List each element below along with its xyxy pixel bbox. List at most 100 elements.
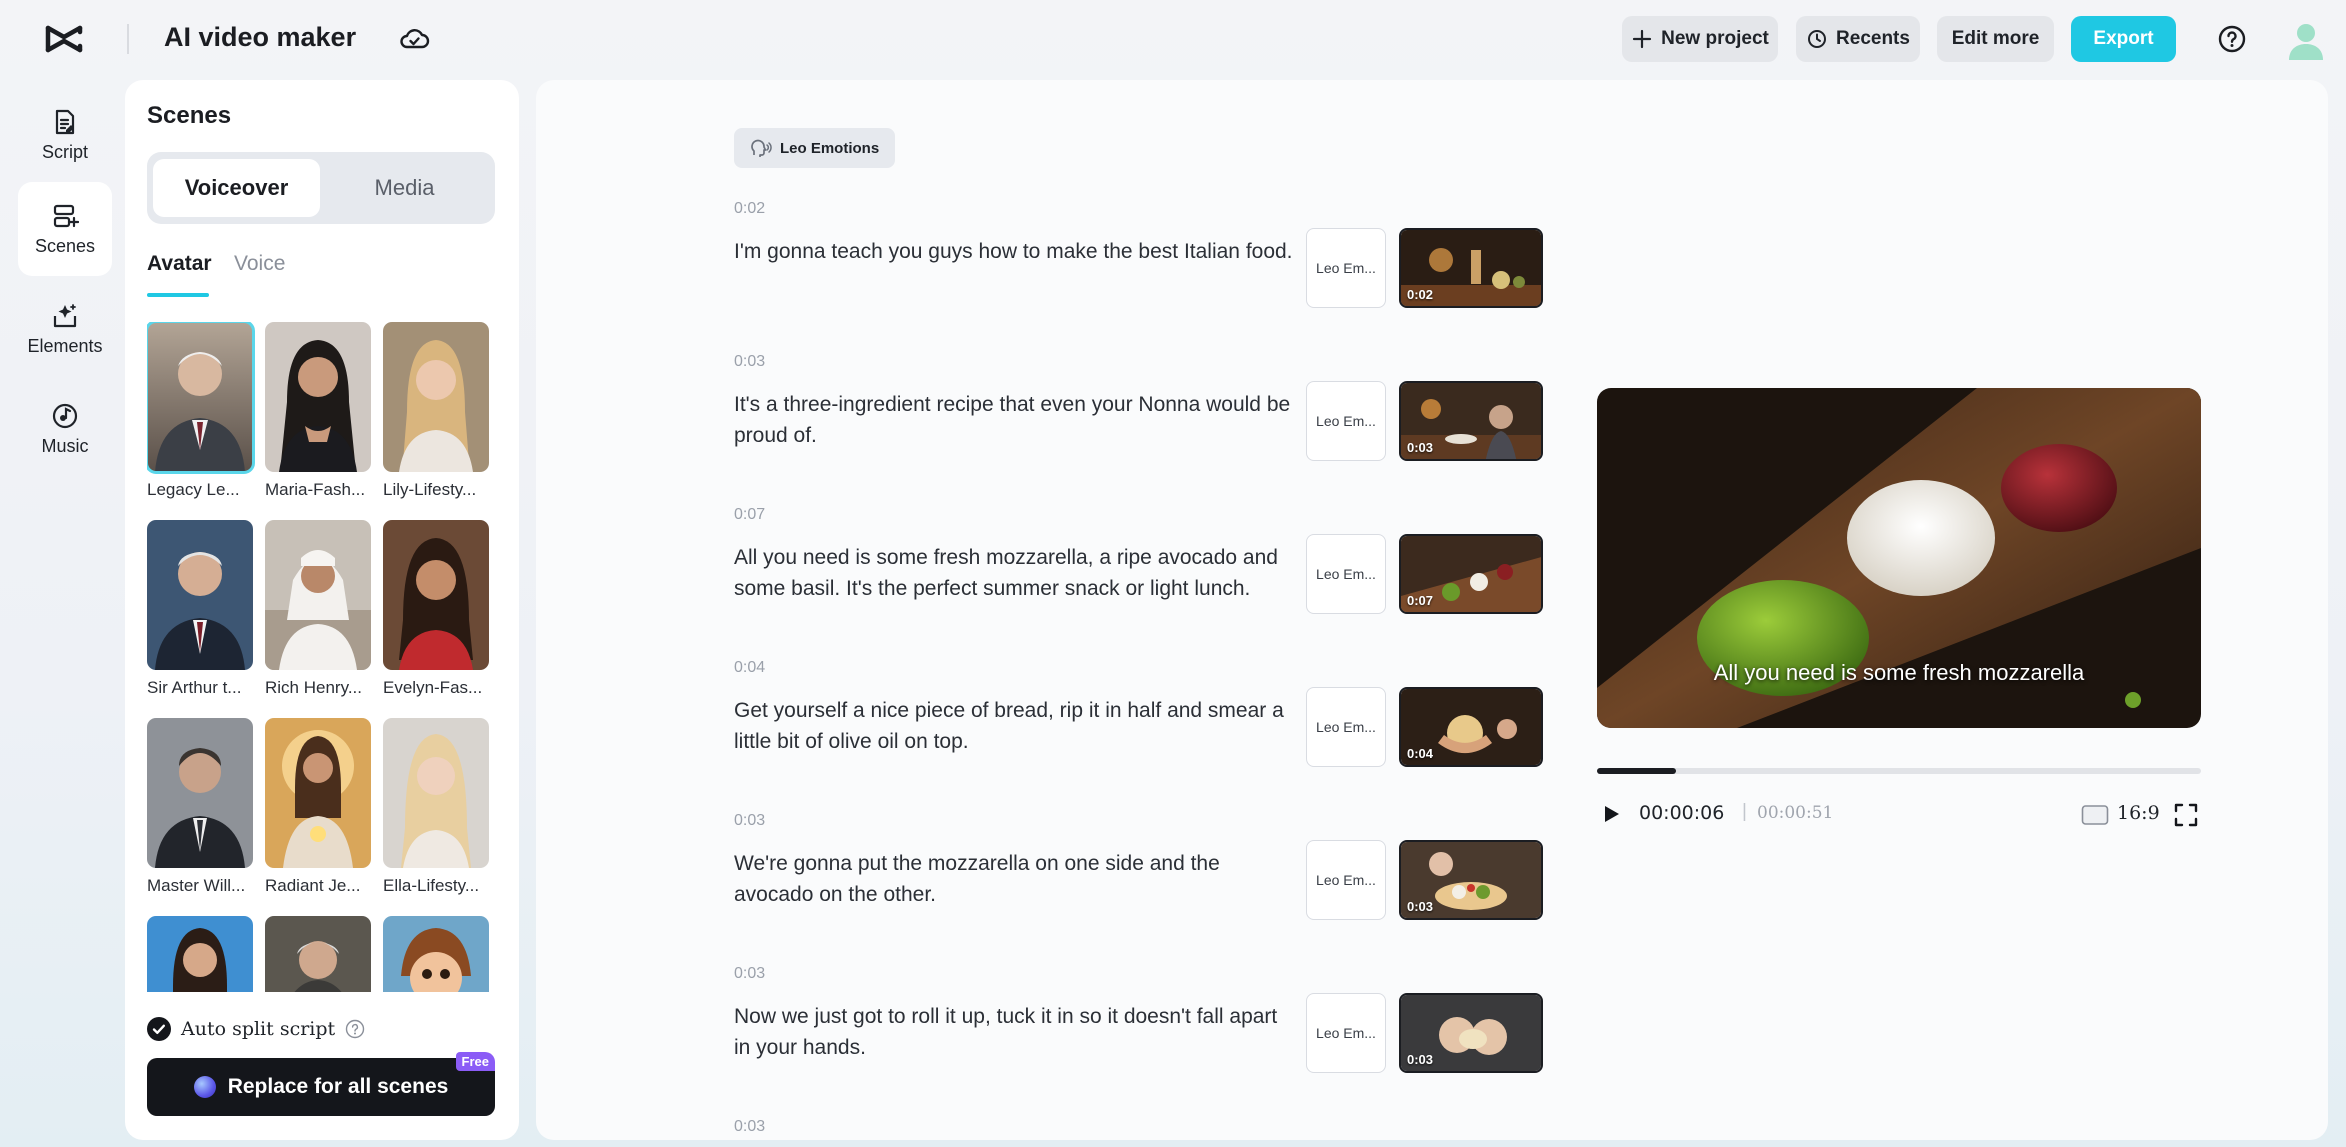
scene-voice-button[interactable]: Leo Em... — [1306, 534, 1386, 614]
scene-duration: 0:04 — [734, 659, 766, 676]
thumbnail-duration: 0:03 — [1407, 440, 1434, 455]
avatar-card[interactable]: Maria-Fash... — [265, 322, 371, 500]
nav-item-script[interactable]: Script — [18, 88, 112, 182]
scene-duration: 0:03 — [734, 812, 766, 829]
info-icon[interactable] — [345, 1019, 365, 1039]
scenes-panel: Scenes Voiceover Media Avatar Voice Lega… — [125, 80, 519, 1140]
scene-voice-button[interactable]: Leo Em... — [1306, 840, 1386, 920]
avatar-thumbnail — [383, 520, 489, 670]
avatar-card[interactable]: Lily-Lifesty... — [383, 322, 489, 500]
scene-voice-button[interactable]: Leo Em... — [1306, 228, 1386, 308]
time-separator: | — [1742, 801, 1747, 822]
avatar-card[interactable]: Master Will... — [147, 718, 253, 896]
recents-label: Recents — [1836, 28, 1910, 49]
scenes-icon — [53, 204, 79, 227]
avatar-thumbnail — [383, 718, 489, 868]
avatar-card[interactable]: Ella-Lifesty... — [383, 718, 489, 896]
auto-split-row: Auto split script — [147, 1016, 365, 1042]
avatar-thumbnail — [147, 520, 253, 670]
avatar-thumbnail — [265, 520, 371, 670]
voiceover-media-toggle: Voiceover Media — [147, 152, 495, 224]
avatar-thumbnail — [265, 322, 371, 472]
avatar-name: Legacy Le... — [147, 480, 240, 499]
avatar-card[interactable]: Sir Arthur t... — [147, 520, 253, 698]
nav-item-music[interactable]: Music — [18, 382, 112, 476]
scene-voice-button[interactable]: Leo Em... — [1306, 381, 1386, 461]
thumbnail-duration: 0:02 — [1407, 287, 1434, 302]
aspect-ratio-label[interactable]: 16:9 — [2117, 802, 2160, 824]
scene-row[interactable]: 0:03 — [734, 1118, 1544, 1140]
scene-thumbnail[interactable]: 0:03 — [1399, 993, 1543, 1073]
script-workspace: Leo Emotions 0:02 I'm gonna teach you gu… — [536, 80, 2328, 1140]
edit-more-button[interactable]: Edit more — [1937, 16, 2054, 62]
recents-button[interactable]: Recents — [1796, 16, 1920, 62]
clock-icon — [1808, 30, 1827, 48]
voice-emotion-chip[interactable]: Leo Emotions — [734, 128, 896, 168]
capcut-logo-icon[interactable] — [44, 22, 84, 56]
scene-script-text[interactable]: Now we just got to roll it up, tuck it i… — [734, 1001, 1294, 1063]
replace-button-label: Replace for all scenes — [227, 1075, 449, 1098]
scene-voice-button[interactable]: Leo Em... — [1306, 687, 1386, 767]
scene-script-text[interactable]: All you need is some fresh mozzarella, a… — [734, 542, 1294, 604]
play-icon[interactable] — [1599, 802, 1623, 826]
avatar-name: Radiant Je... — [265, 876, 361, 895]
scene-row[interactable]: 0:07 All you need is some fresh mozzarel… — [734, 506, 1544, 656]
emotion-chip-label: Leo Emotions — [780, 139, 880, 157]
tab-avatar[interactable]: Avatar — [147, 252, 212, 276]
avatar-thumbnail — [147, 916, 253, 992]
avatar-name: Ella-Lifesty... — [383, 876, 480, 895]
scene-row[interactable]: 0:03 It's a three-ingredient recipe that… — [734, 353, 1544, 503]
avatar-thumbnail — [147, 322, 255, 474]
avatar-card[interactable]: Radiant Je... — [265, 718, 371, 896]
avatar-card[interactable]: Evelyn-Fas... — [383, 520, 489, 698]
scene-thumbnail[interactable]: 0:07 — [1399, 534, 1543, 614]
scene-row[interactable]: 0:02 I'm gonna teach you guys how to mak… — [734, 200, 1544, 350]
scene-script-text[interactable]: Get yourself a nice piece of bread, rip … — [734, 695, 1294, 757]
cloud-sync-icon[interactable] — [398, 24, 430, 54]
tab-voiceover[interactable]: Voiceover — [153, 159, 320, 217]
scene-thumbnail[interactable]: 0:03 — [1399, 381, 1543, 461]
nav-item-elements[interactable]: Elements — [18, 282, 112, 376]
elements-icon — [53, 303, 77, 327]
avatar-card[interactable]: Rich Henry... — [265, 520, 371, 698]
scene-thumbnail[interactable]: 0:04 — [1399, 687, 1543, 767]
scene-script-text[interactable]: It's a three-ingredient recipe that even… — [734, 389, 1294, 451]
avatar-card[interactable] — [265, 916, 371, 992]
scene-thumbnail[interactable]: 0:03 — [1399, 840, 1543, 920]
scene-voice-button[interactable]: Leo Em... — [1306, 993, 1386, 1073]
scene-row[interactable]: 0:03 We're gonna put the mozzarella on o… — [734, 812, 1544, 962]
playback-progress-bar[interactable] — [1597, 768, 2201, 774]
user-avatar-icon[interactable] — [2287, 20, 2325, 60]
avatar-name: Master Will... — [147, 876, 246, 895]
export-label: Export — [2093, 28, 2154, 49]
checkbox-checked-icon[interactable] — [147, 1017, 171, 1041]
export-button[interactable]: Export — [2071, 16, 2176, 62]
scene-script-text[interactable]: We're gonna put the mozzarella on one si… — [734, 848, 1294, 910]
fullscreen-icon[interactable] — [2173, 802, 2199, 828]
replace-for-all-scenes-button[interactable]: Replace for all scenes Free — [147, 1052, 495, 1116]
avatar-name: Maria-Fash... — [265, 480, 366, 499]
voice-head-icon — [751, 139, 772, 157]
new-project-button[interactable]: New project — [1622, 16, 1778, 62]
auto-split-label: Auto split script — [181, 1018, 336, 1040]
avatar-thumbnail — [265, 718, 371, 868]
scene-row[interactable]: 0:03 Now we just got to roll it up, tuck… — [734, 965, 1544, 1115]
nav-label-elements: Elements — [27, 335, 103, 356]
avatar-card[interactable] — [383, 916, 489, 992]
scene-duration: 0:02 — [734, 200, 766, 217]
scene-thumbnail[interactable]: 0:02 — [1399, 228, 1543, 308]
thumbnail-duration: 0:07 — [1407, 593, 1434, 608]
video-preview[interactable]: All you need is some fresh mozzarella — [1597, 388, 2201, 728]
tab-media[interactable]: Media — [321, 159, 488, 217]
aspect-ratio-icon[interactable] — [2081, 804, 2109, 826]
current-time: 00:00:06 — [1639, 802, 1725, 824]
nav-item-scenes[interactable]: Scenes — [18, 182, 112, 276]
scene-script-text[interactable]: I'm gonna teach you guys how to make the… — [734, 236, 1294, 267]
scene-row[interactable]: 0:04 Get yourself a nice piece of bread,… — [734, 659, 1544, 809]
free-badge: Free — [455, 1052, 495, 1071]
ai-orb-icon — [193, 1076, 216, 1098]
avatar-card[interactable]: Legacy Le... — [147, 322, 255, 500]
help-icon[interactable] — [2217, 24, 2247, 54]
tab-voice[interactable]: Voice — [234, 252, 285, 276]
avatar-card[interactable] — [147, 916, 253, 992]
